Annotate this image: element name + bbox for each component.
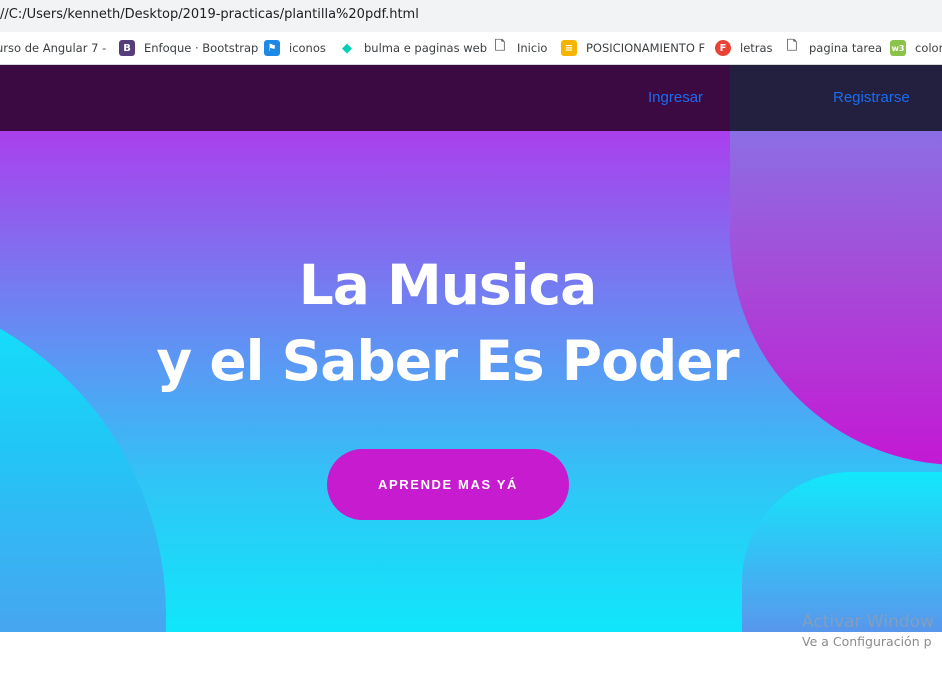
stack-icon: ≡: [561, 40, 577, 56]
page-icon: 🗋: [786, 39, 798, 54]
login-link[interactable]: Ingresar: [648, 89, 703, 106]
bookmark-label: pagina tarea: [809, 41, 882, 55]
bookmark-inicio[interactable]: 🗋 Inicio: [492, 38, 548, 58]
watermark-line-2: Ve a Configuración p: [802, 634, 932, 649]
bookmark-label: letras: [740, 41, 773, 55]
bookmarks-bar: urso de Angular 7 - B Enfoque · Bootstra…: [0, 32, 942, 65]
decorative-blob-bottom-right: [742, 472, 942, 632]
font-icon: F: [715, 40, 731, 56]
hero-title-line-2: y el Saber Es Poder: [156, 329, 739, 393]
windows-activation-watermark: Activar Window Ve a Configuración p: [802, 612, 934, 649]
bootstrap-icon: B: [119, 40, 135, 56]
hero-title: La Musica y el Saber Es Poder: [0, 247, 895, 399]
hero-title-line-1: La Musica: [298, 253, 598, 317]
bookmark-angular[interactable]: urso de Angular 7 -: [0, 38, 106, 58]
bookmark-color[interactable]: w3 color: [890, 38, 942, 58]
bookmark-bootstrap[interactable]: B Enfoque · Bootstrap: [119, 38, 258, 58]
bookmark-label: iconos: [289, 41, 326, 55]
landing-page: Ingresar Registrarse La Musica y el Sabe…: [0, 65, 942, 632]
learn-more-button[interactable]: APRENDE MAS YÁ: [327, 449, 569, 520]
bookmark-label: bulma e paginas web: [364, 41, 488, 55]
flag-icon: ⚑: [264, 40, 280, 56]
bookmark-letras[interactable]: F letras: [715, 38, 773, 58]
register-link[interactable]: Registrarse: [833, 89, 910, 106]
site-navbar: Ingresar Registrarse: [0, 65, 942, 131]
watermark-line-1: Activar Window: [802, 612, 934, 632]
bookmark-label: POSICIONAMIENTO F: [586, 41, 706, 55]
bookmark-pagina-tarea[interactable]: 🗋 pagina tarea: [784, 38, 882, 58]
bookmark-iconos[interactable]: ⚑ iconos: [264, 38, 326, 58]
color-icon: w3: [890, 40, 906, 56]
bookmark-label: Enfoque · Bootstrap: [144, 41, 259, 55]
address-bar[interactable]: //C:/Users/kenneth/Desktop/2019-practica…: [0, 0, 942, 32]
bookmark-label: urso de Angular 7 -: [0, 41, 107, 55]
bulma-icon: ◆: [342, 40, 352, 56]
page-icon: 🗋: [494, 39, 506, 54]
bookmark-label: color: [915, 41, 942, 55]
bookmark-posicionamiento[interactable]: ≡ POSICIONAMIENTO F: [561, 38, 705, 58]
bookmark-label: Inicio: [517, 41, 548, 55]
url-text[interactable]: //C:/Users/kenneth/Desktop/2019-practica…: [0, 7, 419, 22]
bookmark-bulma[interactable]: ◆ bulma e paginas web: [339, 38, 487, 58]
